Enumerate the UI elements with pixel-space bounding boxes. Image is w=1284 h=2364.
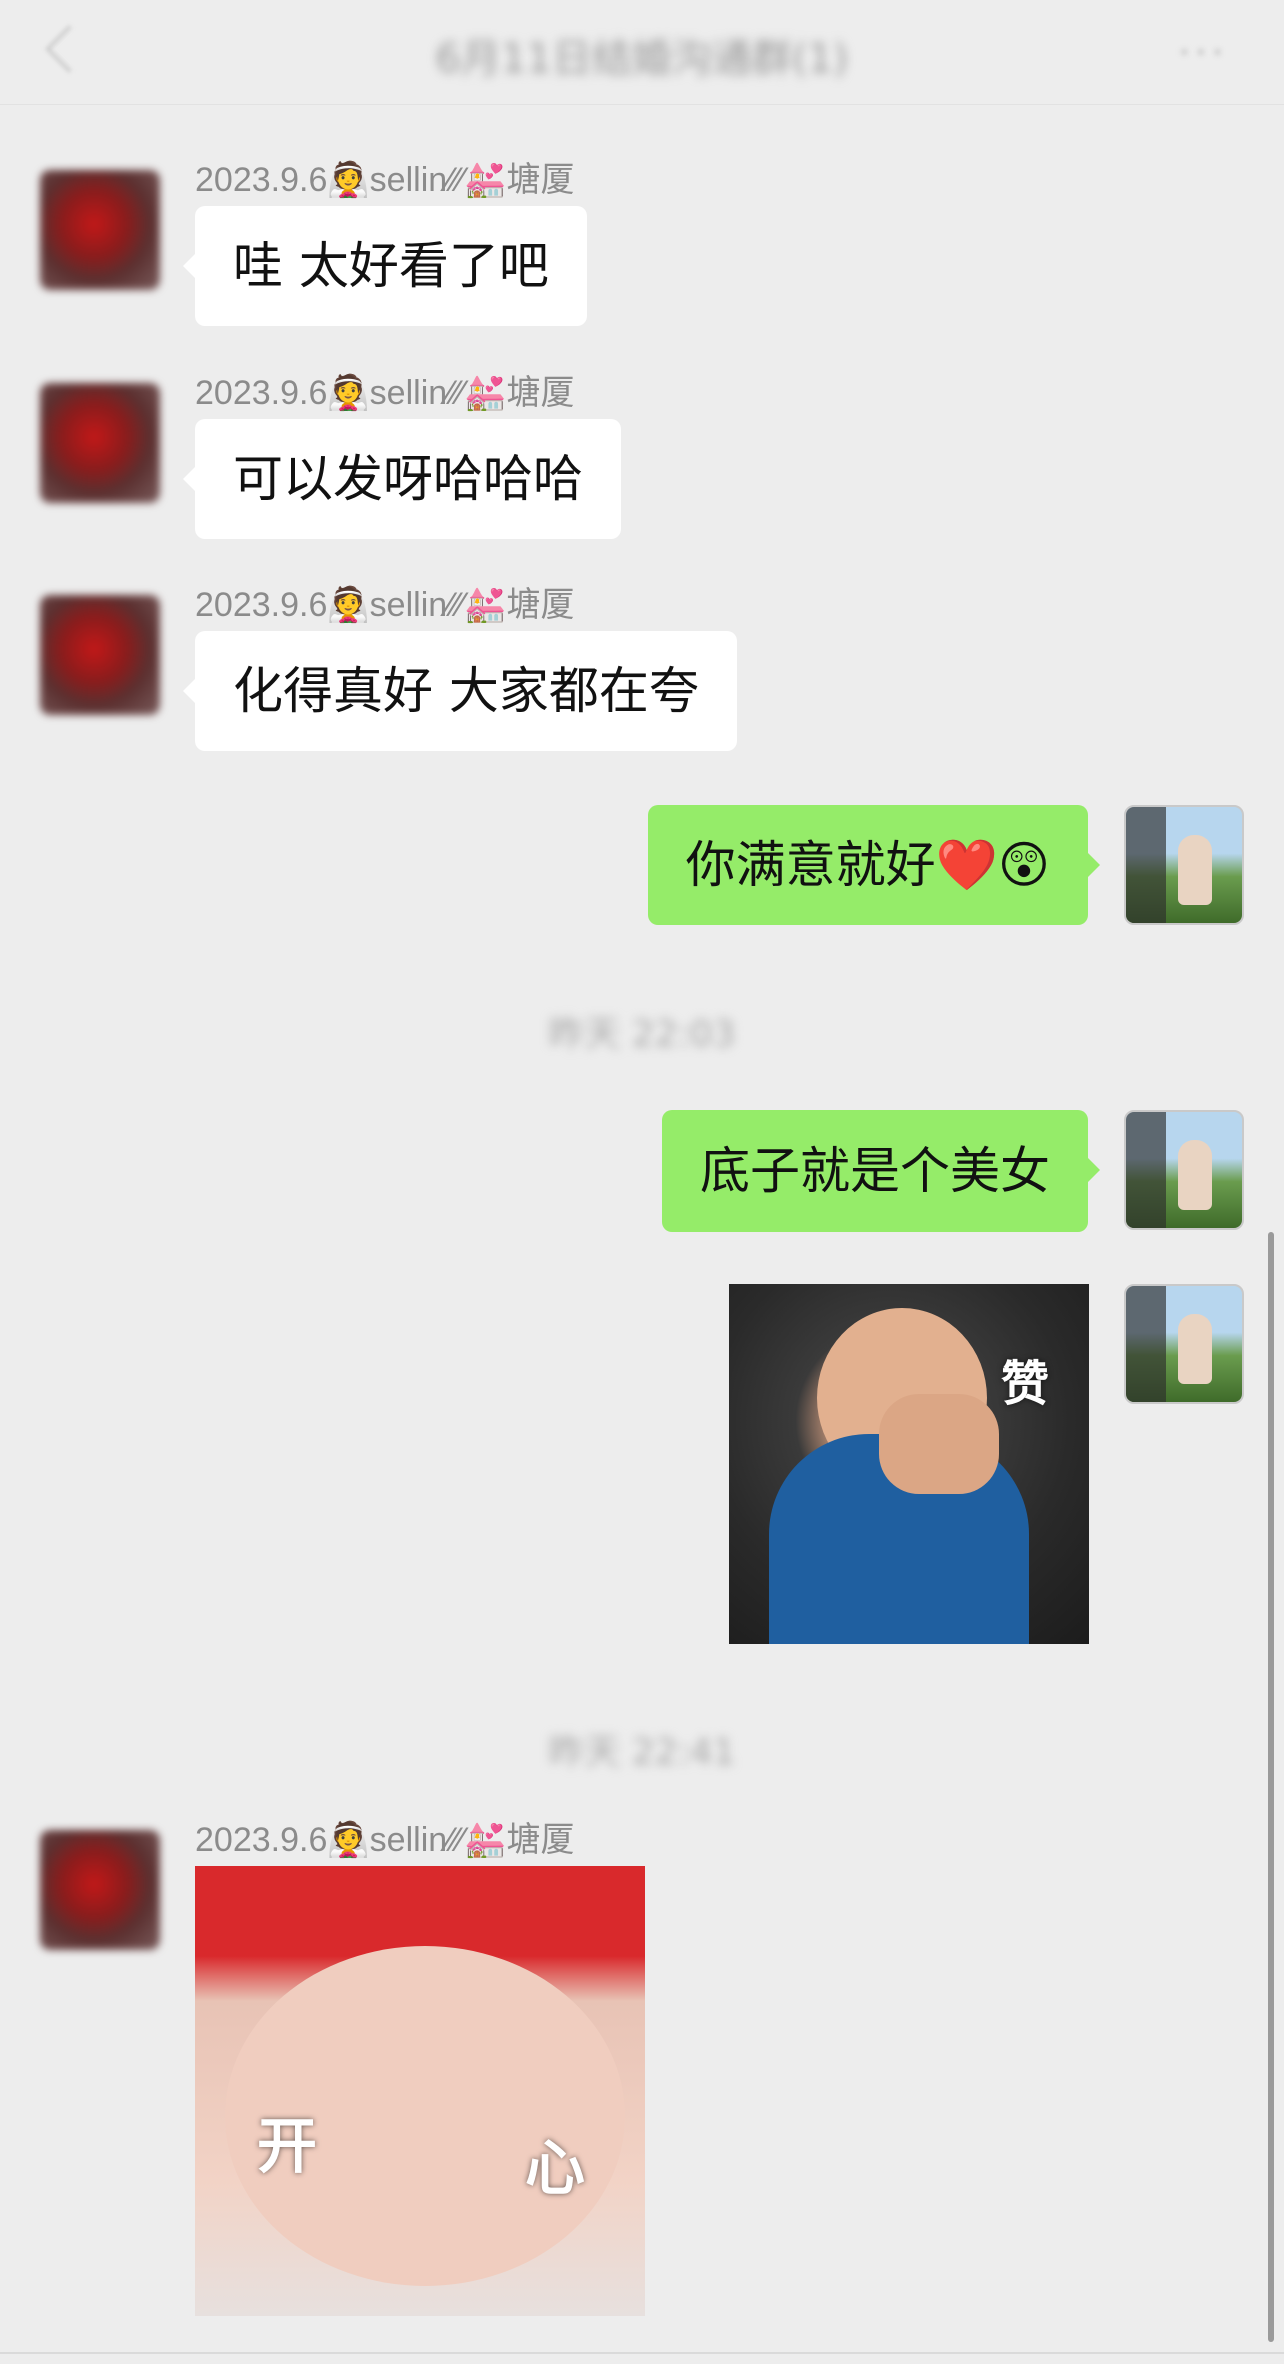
sender-avatar[interactable] [40, 1830, 160, 1950]
sender-avatar[interactable] [40, 595, 160, 715]
sticker-baby-hands [879, 1394, 999, 1494]
sender-name: 2023.9.6👰sellin⁄⁄⁄💒塘厦 [195, 586, 575, 624]
sticker-caption: 赞 [1001, 1356, 1050, 1412]
divider [0, 2352, 1284, 2354]
sticker-caption: 心 [525, 2134, 585, 2204]
chevron-left-icon[interactable] [44, 24, 94, 74]
sticker-zan-baby[interactable]: 赞 [729, 1284, 1089, 1644]
message-timestamp: 昨天 22:03 [548, 1014, 736, 1055]
message-timestamp: 昨天 22:41 [548, 1732, 736, 1773]
sender-avatar[interactable] [40, 170, 160, 290]
my-avatar[interactable] [1124, 1284, 1244, 1404]
my-avatar[interactable] [1124, 1110, 1244, 1230]
sender-name: 2023.9.6👰sellin⁄⁄⁄💒塘厦 [195, 374, 575, 412]
chat-header: 6月11日结婚沟通群(1) ··· [0, 0, 1284, 105]
message-bubble-outgoing[interactable]: 底子就是个美女 [662, 1110, 1100, 1232]
my-avatar[interactable] [1124, 805, 1244, 925]
more-dots-icon[interactable]: ··· [1178, 33, 1228, 73]
sender-name: 2023.9.6👰sellin⁄⁄⁄💒塘厦 [195, 161, 575, 199]
scrollbar[interactable] [1268, 1232, 1274, 2342]
message-bubble-incoming[interactable]: 化得真好 大家都在夸 [183, 631, 737, 751]
sticker-kaixin-baby[interactable]: 开 心 [195, 1866, 645, 2316]
chat-title: 6月11日结婚沟通群(1) [435, 36, 849, 82]
message-bubble-incoming[interactable]: 可以发呀哈哈哈 [183, 419, 621, 539]
message-bubble-outgoing[interactable]: 你满意就好❤️😲 [647, 805, 1101, 925]
message-bubble-incoming[interactable]: 哇 太好看了吧 [183, 206, 587, 326]
sender-avatar[interactable] [40, 383, 160, 503]
sticker-caption: 开 [257, 2112, 317, 2182]
sender-name: 2023.9.6👰sellin⁄⁄⁄💒塘厦 [195, 1821, 575, 1859]
